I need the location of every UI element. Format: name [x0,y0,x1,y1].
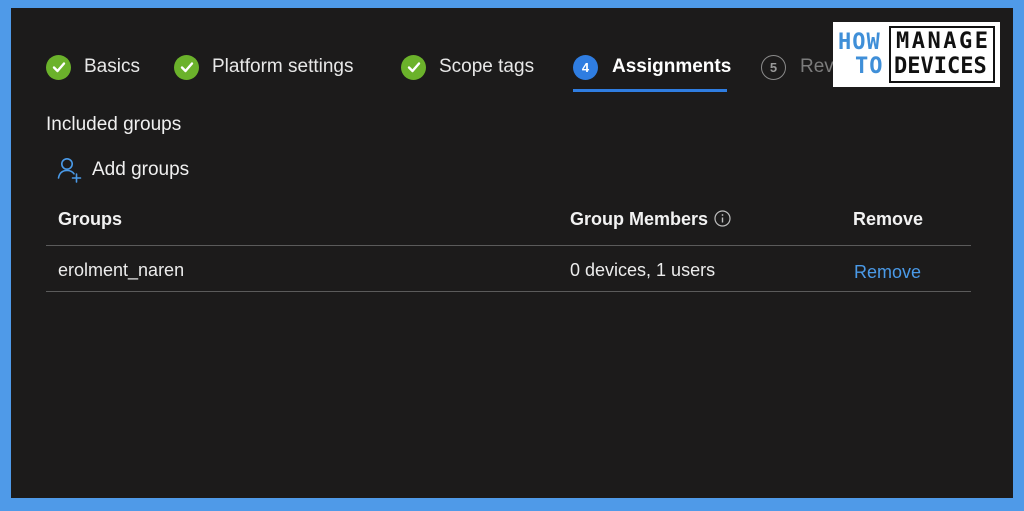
add-groups-button[interactable]: Add groups [57,156,189,184]
assignments-panel: Basics Platform settings Scope tags 4 As… [11,8,1013,498]
table-header-divider [46,245,971,246]
step-basics[interactable]: Basics [46,52,140,82]
step-label: Scope tags [439,56,535,77]
table-row-divider [46,291,971,292]
step-label: Basics [84,56,140,77]
logo-text-manage: MANAGE [896,29,991,54]
add-groups-label: Add groups [92,159,190,180]
howtomanagedevices-logo: HOW TO MANAGE DEVICES [833,22,1000,87]
step-platform-settings[interactable]: Platform settings [174,52,354,82]
checkmark-circle-icon [46,54,71,80]
group-members-cell: 0 devices, 1 users [570,260,716,280]
step-assignments[interactable]: 4 Assignments [573,52,731,82]
info-icon[interactable] [714,210,731,232]
step-label: Rev [800,56,834,77]
column-header-label: Group Members [570,209,709,229]
checkmark-circle-icon [401,54,426,80]
step-scope-tags[interactable]: Scope tags [401,52,534,82]
step-label: Platform settings [212,56,354,77]
step-number-badge: 4 [573,54,598,80]
column-header-groups: Groups [58,209,123,229]
active-step-indicator [573,89,727,92]
column-header-remove: Remove [853,209,924,229]
logo-text-devices: DEVICES [894,54,987,79]
add-person-icon [57,156,83,184]
logo-text-to: TO [855,54,884,79]
logo-text-how: HOW [838,30,881,55]
remove-group-link[interactable]: Remove [854,262,921,283]
step-review[interactable]: 5 Rev [761,52,834,82]
column-header-group-members: Group Members [570,209,731,232]
checkmark-circle-icon [174,54,199,80]
group-name-cell: erolment_naren [58,260,185,280]
step-number-badge: 5 [761,54,786,80]
section-title: Included groups [46,114,182,135]
step-label: Assignments [612,56,732,77]
